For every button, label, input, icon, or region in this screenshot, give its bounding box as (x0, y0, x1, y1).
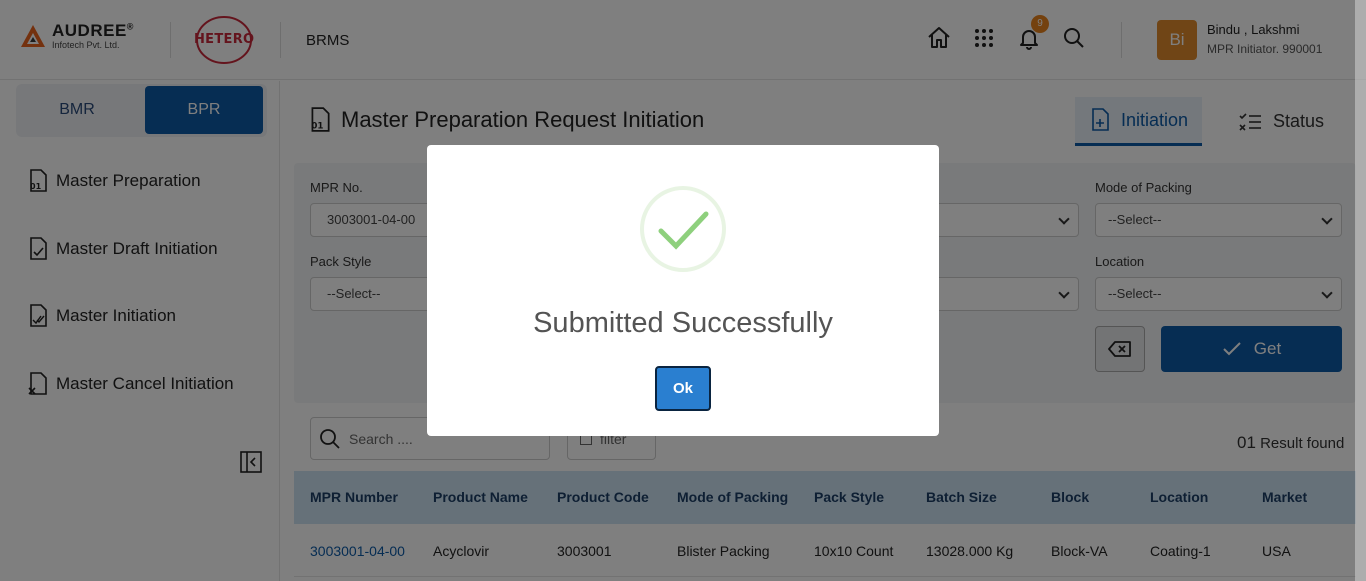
scrollbar[interactable] (1355, 0, 1366, 581)
dialog-title: Submitted Successfully (533, 307, 833, 339)
ok-button[interactable]: Ok (655, 366, 711, 411)
success-check-icon (640, 186, 726, 272)
success-dialog: Submitted Successfully Ok (427, 145, 939, 436)
